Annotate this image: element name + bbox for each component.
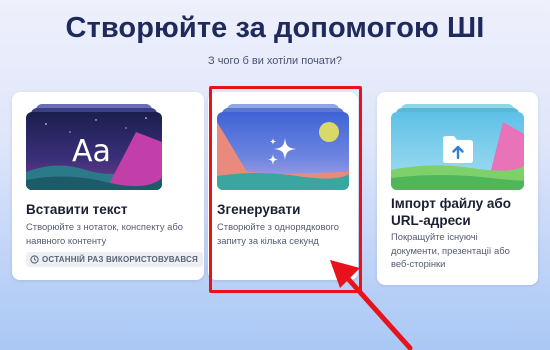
import-desc-line: веб-сторінки — [391, 258, 446, 269]
import-title: Імпорт файлу або URL-адреси — [391, 195, 511, 229]
paste-text-desc-line: Створюйте з нотаток, конспекту або — [26, 221, 183, 232]
import-description: Покращуйте існуючі документи, презентаці… — [391, 230, 510, 271]
generate-description: Створюйте з однорядкового запиту за кіль… — [217, 220, 339, 247]
import-thumbnail — [391, 104, 524, 190]
clock-icon — [30, 255, 39, 264]
paste-text-description: Створюйте з нотаток, конспекту або наявн… — [26, 220, 183, 247]
import-card[interactable]: Імпорт файлу або URL-адреси Покращуйте і… — [377, 92, 538, 285]
page-title: Створюйте за допомогою ШІ — [65, 12, 485, 44]
generate-title: Згенерувати — [217, 202, 301, 217]
paste-text-title: Вставити текст — [26, 202, 128, 217]
generate-card[interactable]: Згенерувати Створюйте з однорядкового за… — [208, 92, 358, 280]
sparkles-icon — [268, 138, 296, 165]
import-title-line: Імпорт файлу або — [391, 196, 511, 211]
paste-text-desc-line: наявного контенту — [26, 234, 107, 246]
paste-text-card[interactable]: Aa Вставити текст Створюйте з нотаток, к… — [12, 92, 204, 280]
generate-thumbnail — [217, 104, 349, 190]
text-aa-icon: Aa — [72, 134, 111, 169]
import-title-line: URL-адреси — [391, 213, 471, 228]
paste-text-thumbnail: Aa — [26, 104, 162, 190]
page-subtitle: З чого б ви хотіли почати? — [208, 55, 342, 67]
folder-upload-icon — [443, 136, 473, 163]
generate-desc-line: Створюйте з однорядкового — [217, 221, 340, 232]
last-used-badge: ОСТАННІЙ РАЗ ВИКОРИСТОВУВАВСЯ — [26, 252, 203, 267]
import-desc-line: Покращуйте існуючі — [391, 231, 478, 242]
import-desc-line: документи, презентації або — [391, 244, 510, 256]
generate-desc-line: запиту за кілька секунд — [217, 234, 319, 246]
last-used-label: ОСТАННІЙ РАЗ ВИКОРИСТОВУВАВСЯ — [42, 255, 198, 264]
